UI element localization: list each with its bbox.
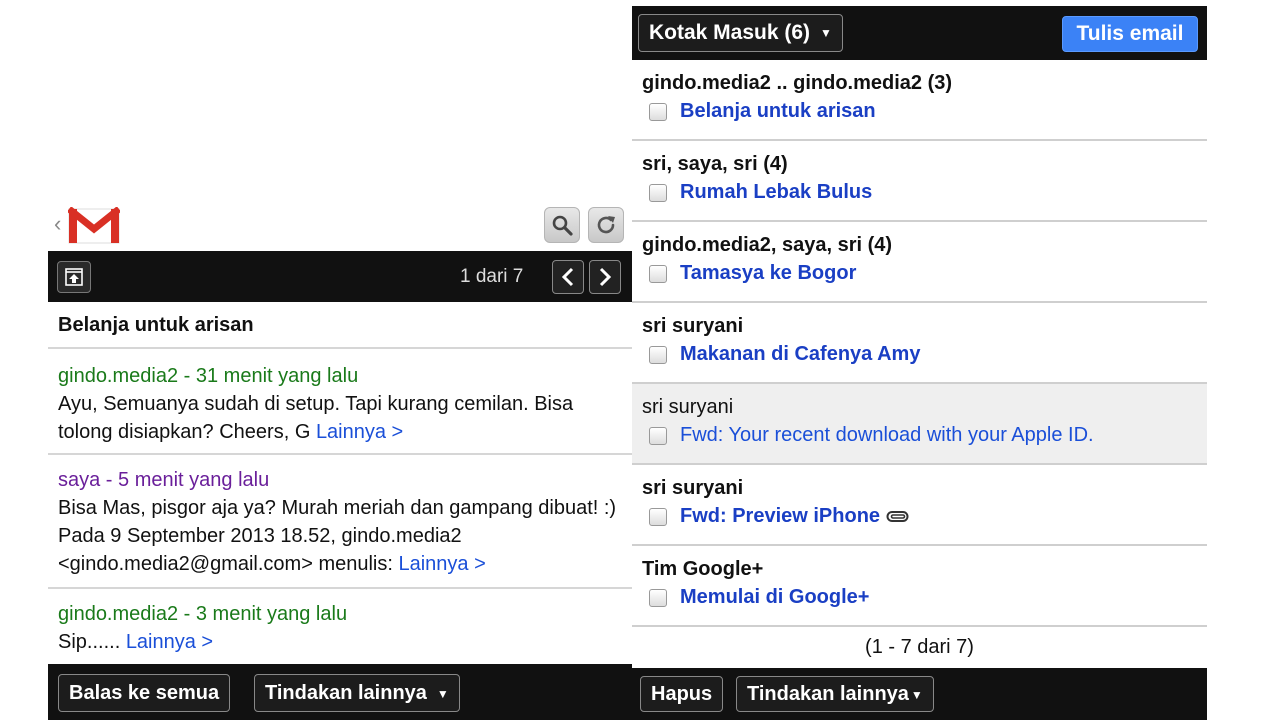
message-item[interactable]: gindo.media2 - 31 menit yang lalu Ayu, S… xyxy=(58,362,628,446)
thread-checkbox[interactable] xyxy=(649,508,667,526)
more-link[interactable]: Lainnya > xyxy=(316,421,403,443)
conversation-panel: ‹ 1 dari 7 Belanja untuk arisan gindo.me… xyxy=(48,0,632,720)
more-actions-label: Tindakan lainnya xyxy=(747,683,909,705)
thread-subject-link[interactable]: Memulai di Google+ xyxy=(680,586,869,609)
message-snippet: Bisa Mas, pisgor aja ya? Murah meriah da… xyxy=(58,497,617,575)
thread-checkbox[interactable] xyxy=(649,427,667,445)
archive-button[interactable] xyxy=(57,261,91,293)
conversation-toolbar: 1 dari 7 xyxy=(48,251,632,302)
more-link[interactable]: Lainnya > xyxy=(398,553,485,575)
chevron-left-icon xyxy=(561,267,574,287)
thread-senders: gindo.media2 .. gindo.media2 (3) xyxy=(642,72,953,94)
refresh-icon xyxy=(597,216,615,234)
search-icon xyxy=(552,215,573,236)
thread-checkbox[interactable] xyxy=(649,265,667,283)
thread-senders: gindo.media2, saya, sri (4) xyxy=(642,234,893,256)
delete-button[interactable]: Hapus xyxy=(640,676,724,712)
thread-senders: Tim Google+ xyxy=(642,558,764,580)
thread-list: gindo.media2 .. gindo.media2 (3) Belanja… xyxy=(632,60,1207,627)
thread-range-text: (1 - 7 dari 7) xyxy=(865,636,974,658)
compose-button[interactable]: Tulis email xyxy=(1062,16,1198,52)
divider xyxy=(48,587,632,589)
more-actions-button[interactable]: Tindakan lainnya ▼ xyxy=(254,674,460,712)
thread-row[interactable]: Tim Google+ Memulai di Google+ xyxy=(632,546,1207,627)
inbox-panel: Kotak Masuk (6) ▼ Tulis email gindo.media… xyxy=(632,0,1207,720)
more-link[interactable]: Lainnya > xyxy=(126,631,213,653)
chevron-right-icon xyxy=(599,267,612,287)
thread-checkbox[interactable] xyxy=(649,589,667,607)
thread-senders: sri suryani xyxy=(642,315,744,337)
archive-icon xyxy=(65,268,83,286)
thread-row[interactable]: sri, saya, sri (4) Rumah Lebak Bulus xyxy=(632,141,1207,222)
gmail-logo[interactable] xyxy=(68,207,120,245)
thread-subject-link[interactable]: Fwd: Preview iPhone xyxy=(680,505,910,528)
thread-row[interactable]: sri suryani Makanan di Cafenya Amy xyxy=(632,303,1207,384)
thread-subject-link[interactable]: Rumah Lebak Bulus xyxy=(680,181,872,204)
thread-row[interactable]: sri suryani Fwd: Preview iPhone xyxy=(632,465,1207,546)
thread-subject-link[interactable]: Belanja untuk arisan xyxy=(680,100,876,123)
more-actions-label: Tindakan lainnya xyxy=(265,682,427,704)
more-actions-button[interactable]: Tindakan lainnya ▼ xyxy=(736,676,934,712)
inbox-toolbar: Kotak Masuk (6) ▼ Tulis email xyxy=(632,6,1207,60)
thread-checkbox[interactable] xyxy=(649,346,667,364)
divider xyxy=(48,453,632,455)
thread-subject-link[interactable]: Tamasya ke Bogor xyxy=(680,262,856,285)
thread-senders: sri, saya, sri (4) xyxy=(642,153,788,175)
next-button[interactable] xyxy=(589,260,621,294)
message-header: gindo.media2 - 31 menit yang lalu xyxy=(58,365,359,387)
pager-text: 1 dari 7 xyxy=(460,266,524,287)
divider xyxy=(48,347,632,349)
inbox-label: Kotak Masuk (6) xyxy=(649,21,811,44)
message-snippet: Sip...... xyxy=(58,631,126,653)
caret-down-icon: ▼ xyxy=(910,687,923,702)
thread-row[interactable]: sri suryani Fwd: Your recent download wi… xyxy=(632,384,1207,465)
message-header: saya - 5 menit yang lalu xyxy=(58,469,270,491)
message-item[interactable]: saya - 5 menit yang lalu Bisa Mas, pisgo… xyxy=(58,466,628,578)
refresh-button[interactable] xyxy=(588,207,624,243)
previous-button[interactable] xyxy=(552,260,584,294)
thread-subject: Belanja untuk arisan xyxy=(58,314,254,336)
reply-all-button[interactable]: Balas ke semua xyxy=(58,674,231,712)
caret-down-icon: ▼ xyxy=(436,686,449,701)
paperclip-icon xyxy=(886,510,909,522)
caret-down-icon: ▼ xyxy=(820,26,832,41)
inbox-actions-bar: Hapus Tindakan lainnya ▼ xyxy=(632,668,1207,720)
thread-checkbox[interactable] xyxy=(649,103,667,121)
inbox-dropdown[interactable]: Kotak Masuk (6) ▼ xyxy=(638,14,843,52)
thread-senders: sri suryani xyxy=(642,396,734,418)
back-chevron-icon[interactable]: ‹ xyxy=(54,213,61,235)
thread-row[interactable]: gindo.media2 .. gindo.media2 (3) Belanja… xyxy=(632,60,1207,141)
thread-subject-text: Fwd: Preview iPhone xyxy=(680,505,881,527)
thread-subject-link[interactable]: Fwd: Your recent download with your Appl… xyxy=(680,424,1094,447)
message-item[interactable]: gindo.media2 - 3 menit yang lalu Sip....… xyxy=(58,600,628,656)
search-button[interactable] xyxy=(544,207,580,243)
thread-row[interactable]: gindo.media2, saya, sri (4) Tamasya ke B… xyxy=(632,222,1207,303)
app-header: ‹ xyxy=(48,205,632,249)
thread-checkbox[interactable] xyxy=(649,184,667,202)
thread-senders: sri suryani xyxy=(642,477,744,499)
message-header: gindo.media2 - 3 menit yang lalu xyxy=(58,603,348,625)
thread-subject-link[interactable]: Makanan di Cafenya Amy xyxy=(680,343,920,366)
conversation-actions-bar: Balas ke semua Tindakan lainnya ▼ xyxy=(48,664,632,720)
